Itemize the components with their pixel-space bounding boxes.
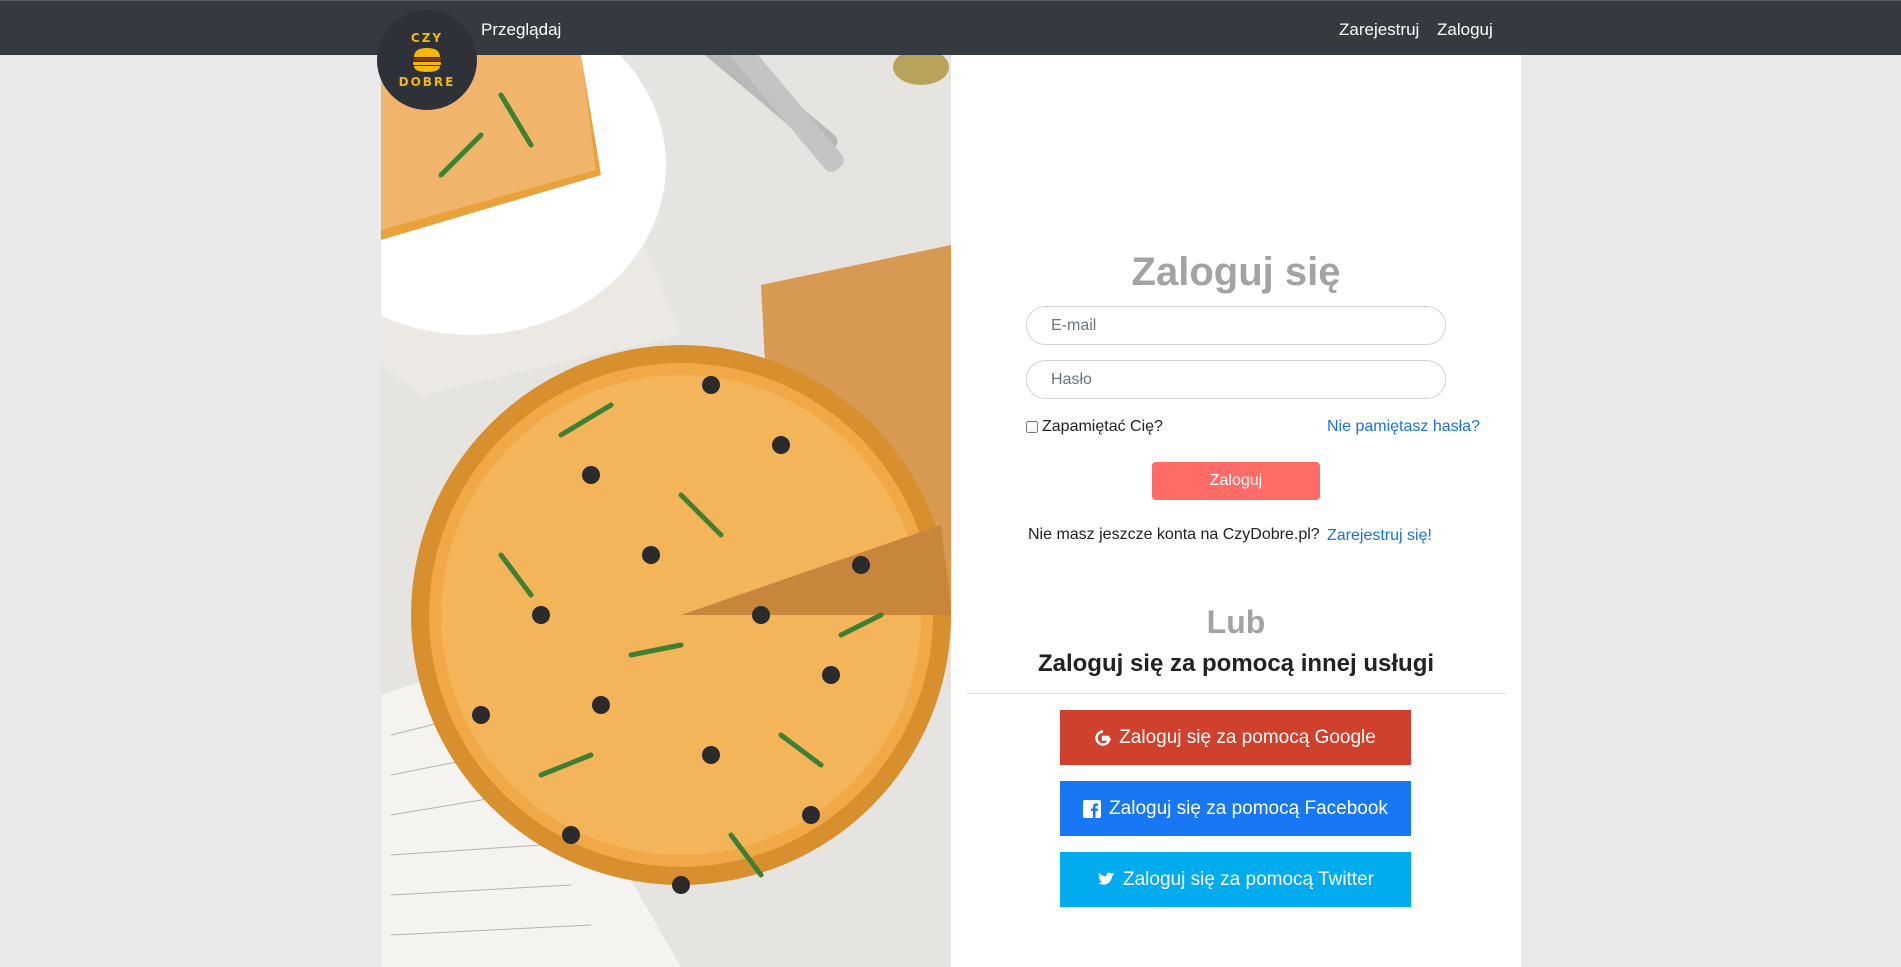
remember-me[interactable]: Zapamiętać Cię?	[1026, 418, 1163, 436]
remember-label: Zapamiętać Cię?	[1042, 418, 1163, 435]
nav-login-link[interactable]: Zaloguj	[1437, 20, 1493, 40]
nav-register-link[interactable]: Zarejestruj	[1339, 20, 1419, 40]
logo-bottom-text: DOBRE	[398, 75, 456, 89]
no-account-text: Nie masz jeszcze konta na CzyDobre.pl?	[1028, 526, 1320, 543]
twitter-login-label: Zaloguj się za pomocą Twitter	[1123, 868, 1374, 890]
pizza-illustration	[381, 55, 951, 967]
site-logo[interactable]: CZY DOBRE	[377, 10, 477, 110]
google-login-button[interactable]: Zaloguj się za pomocą Google	[1060, 710, 1411, 765]
pizza-photo	[381, 55, 951, 967]
twitter-icon	[1098, 872, 1115, 885]
email-field[interactable]	[1026, 306, 1446, 345]
register-link[interactable]: Zarejestruj się!	[1327, 527, 1432, 545]
facebook-icon	[1083, 799, 1102, 818]
nav-browse-link[interactable]: Przeglądaj	[481, 20, 561, 40]
burger-icon	[413, 48, 441, 72]
forgot-password-link[interactable]: Nie pamiętasz hasła?	[1327, 418, 1480, 436]
login-title: Zaloguj się	[1131, 250, 1341, 294]
twitter-login-button[interactable]: Zaloguj się za pomocą Twitter	[1060, 852, 1411, 907]
logo-top-text: CZY	[410, 31, 444, 45]
facebook-login-button[interactable]: Zaloguj się za pomocą Facebook	[1060, 781, 1411, 836]
divider	[967, 693, 1506, 694]
google-icon	[1095, 729, 1111, 746]
top-navbar: Przeglądaj Zarejestruj Zaloguj	[0, 0, 1901, 55]
remember-checkbox[interactable]	[1026, 421, 1038, 433]
or-divider-text: Lub	[1206, 604, 1266, 640]
social-login-title: Zaloguj się za pomocą innej usługi	[1037, 650, 1435, 677]
google-login-label: Zaloguj się za pomocą Google	[1119, 726, 1376, 748]
login-button[interactable]: Zaloguj	[1152, 462, 1320, 500]
password-field[interactable]	[1026, 360, 1446, 399]
facebook-login-label: Zaloguj się za pomocą Facebook	[1109, 797, 1388, 819]
